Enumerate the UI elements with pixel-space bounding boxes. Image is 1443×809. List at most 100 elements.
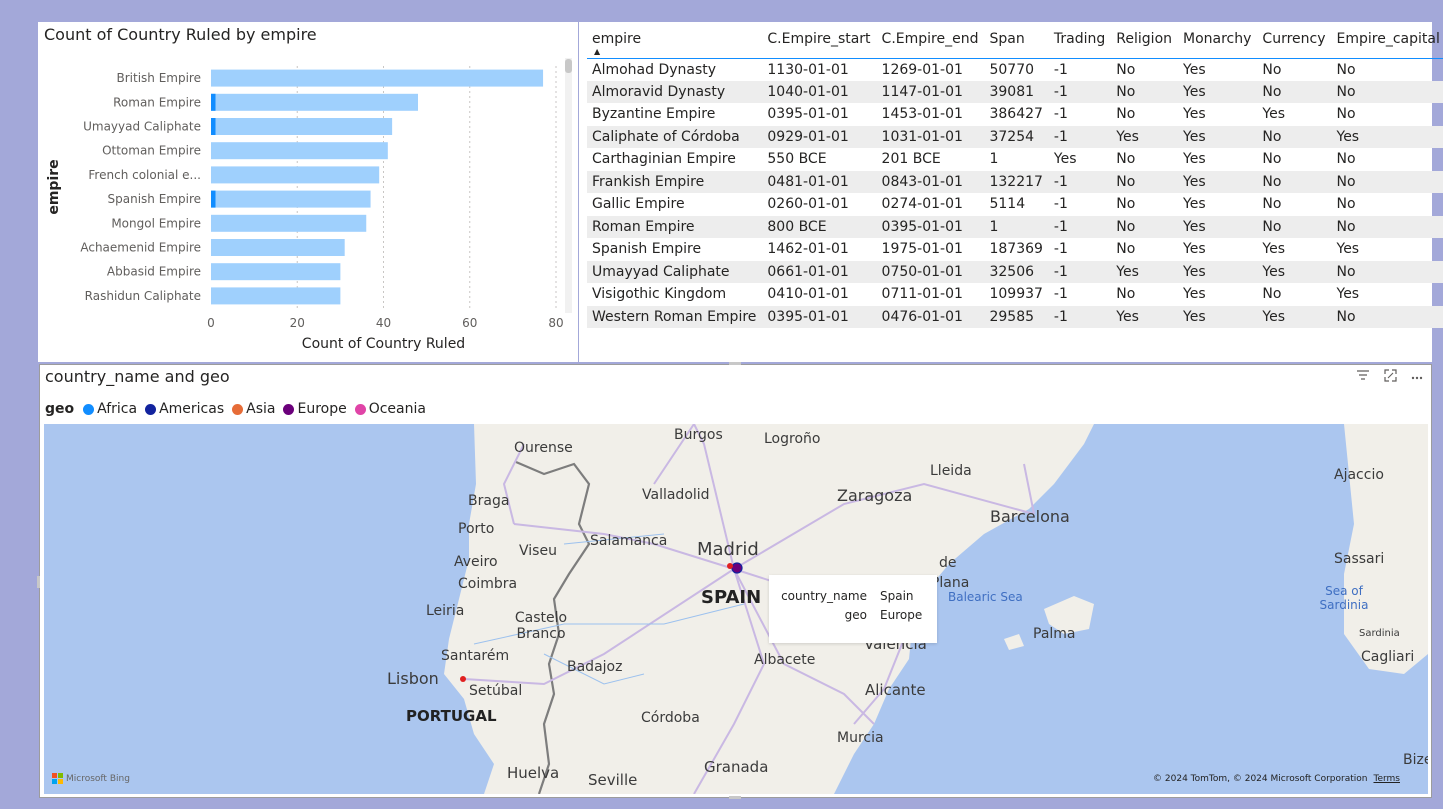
- table-cell: -1: [1048, 260, 1112, 283]
- table-cell: No: [1262, 151, 1282, 168]
- table-row[interactable]: Carthaginian Empire 550 BCE 201 BCE 1 Yes No Y…: [587, 148, 1443, 171]
- more-options-icon[interactable]: [1411, 369, 1423, 386]
- map-label-lleida: Lleida: [930, 463, 972, 479]
- table-cell: 1147-01-01: [876, 80, 985, 103]
- resize-handle-bottom[interactable]: [729, 796, 741, 799]
- legend-item-europe[interactable]: Europe: [283, 401, 347, 417]
- table-row[interactable]: Western Roman Empire 0395-01-01 0476-01-01…: [587, 305, 1443, 328]
- table-cell: Carthaginian Empire: [592, 151, 736, 168]
- bing-label: Microsoft Bing: [66, 773, 130, 784]
- bar[interactable]: [211, 118, 393, 135]
- table-row[interactable]: Umayyad Caliphate 0661-01-01 0750-01-01 325…: [587, 260, 1443, 283]
- category-label: Ottoman Empire: [102, 144, 201, 158]
- table-cell: No: [1257, 80, 1332, 103]
- column-header[interactable]: Trading: [1048, 28, 1112, 59]
- column-header[interactable]: Span: [984, 28, 1049, 59]
- table-cell: 1: [989, 151, 999, 168]
- bar[interactable]: [211, 166, 380, 184]
- empire-table: empire ▲ C.Empire_start C.Empire_end Span Tra…: [587, 28, 1443, 328]
- table-cell: No: [1331, 215, 1443, 238]
- table-cell: -1: [1053, 106, 1068, 123]
- table-cell: Yes: [1178, 215, 1258, 238]
- map-label-bize: Bize: [1403, 752, 1428, 768]
- map-label-spain: SPAIN: [701, 587, 762, 608]
- table-cell: Spanish Empire: [592, 241, 702, 258]
- legend-label-asia: Asia: [246, 401, 276, 417]
- legend-item-asia[interactable]: Asia: [232, 401, 275, 417]
- table-row[interactable]: Caliphate of Córdoba 0929-01-01 1031-01-01…: [587, 125, 1443, 148]
- bar[interactable]: [211, 190, 371, 208]
- table-cell: 386427: [989, 106, 1043, 123]
- map-label-huelva: Huelva: [507, 764, 560, 782]
- resize-handle-top[interactable]: [729, 362, 741, 365]
- table-row[interactable]: Byzantine Empire 0395-01-01 1453-01-01 3864…: [587, 103, 1443, 126]
- bar-highlight: [211, 93, 216, 111]
- table-row[interactable]: Roman Empire 800 BCE 0395-01-01 1 -1 No Yes No N…: [587, 215, 1443, 238]
- bar[interactable]: [211, 263, 341, 281]
- bar[interactable]: [211, 69, 544, 87]
- empire-table-visual[interactable]: empire ▲ C.Empire_start C.Empire_end Span Tra…: [579, 22, 1443, 362]
- map-label-santarem: Santarém: [441, 648, 510, 664]
- focus-mode-icon[interactable]: [1384, 369, 1397, 386]
- bar-chart-visual[interactable]: Count of Country Ruled by empire British…: [38, 22, 578, 362]
- map-label-setubal: Setúbal: [469, 683, 523, 699]
- table-cell: Yes: [1183, 61, 1206, 78]
- table-cell: -1: [1053, 61, 1068, 78]
- map-label-leiria: Leiria: [426, 603, 465, 619]
- bar[interactable]: [211, 287, 341, 305]
- table-cell: Yes: [1178, 260, 1258, 283]
- table-cell: 1453-01-01: [881, 106, 963, 123]
- table-cell: No: [1336, 61, 1356, 78]
- table-cell: No: [1116, 151, 1136, 168]
- table-cell: -1: [1048, 215, 1112, 238]
- map-tooltip: country_name Spain geo Europe: [769, 575, 937, 643]
- legend-item-oceania[interactable]: Oceania: [354, 401, 426, 417]
- table-cell: 1269-01-01: [881, 61, 963, 78]
- table-cell: Yes: [1257, 305, 1332, 328]
- legend-label-oceania: Oceania: [368, 401, 426, 417]
- column-header[interactable]: empire ▲: [587, 28, 763, 59]
- table-row[interactable]: Almoravid Dynasty 1040-01-01 1147-01-01 390…: [587, 80, 1443, 103]
- table-cell: Western Roman Empire: [587, 305, 763, 328]
- terms-link[interactable]: Terms: [1373, 774, 1400, 784]
- table-cell: Yes: [1183, 106, 1206, 123]
- table-cell: 187369: [989, 241, 1043, 258]
- table-row[interactable]: Spanish Empire 1462-01-01 1975-01-01 187369…: [587, 238, 1443, 261]
- table-cell: No: [1111, 170, 1179, 193]
- bar-scrollbar-thumb[interactable]: [565, 59, 572, 73]
- bar-chart-svg: British Empire Roman Empire Umayyad Caliph…: [46, 66, 564, 352]
- legend-item-americas[interactable]: Americas: [145, 401, 224, 417]
- column-header[interactable]: Currency: [1257, 28, 1332, 59]
- map-label-porto: Porto: [458, 521, 495, 537]
- bar-scrollbar-track[interactable]: [565, 58, 572, 313]
- bar[interactable]: [211, 214, 367, 232]
- x-axis-title: Count of Country Ruled: [302, 336, 465, 352]
- bar[interactable]: [211, 142, 388, 160]
- column-header[interactable]: C.Empire_start: [762, 28, 877, 59]
- column-header[interactable]: Religion: [1111, 28, 1179, 59]
- legend-item-africa[interactable]: Africa: [83, 401, 137, 417]
- map-visual[interactable]: country_name and geo geo Africa Americas…: [39, 364, 1432, 798]
- column-header[interactable]: C.Empire_end: [876, 28, 985, 59]
- table-cell: Yes: [1111, 260, 1179, 283]
- map-canvas[interactable]: Burgos Logroño Ourense Lleida Ajaccio Va…: [44, 424, 1428, 794]
- table-cell: 39081: [984, 80, 1049, 103]
- table-cell: No: [1336, 196, 1356, 213]
- table-row[interactable]: Almohad Dynasty 1130-01-01 1269-01-01 50770…: [587, 58, 1443, 81]
- column-header[interactable]: Empire_capital: [1331, 28, 1443, 59]
- table-row[interactable]: Frankish Empire 0481-01-01 0843-01-01 13221…: [587, 170, 1443, 193]
- column-header[interactable]: Monarchy: [1178, 28, 1258, 59]
- map-label-valladolid: Valladolid: [642, 487, 710, 503]
- map-label-ajaccio: Ajaccio: [1334, 467, 1384, 483]
- table-cell: Yes: [1178, 170, 1258, 193]
- table-cell: No: [1116, 106, 1136, 123]
- bar[interactable]: [211, 93, 418, 111]
- bar[interactable]: [211, 239, 345, 256]
- table-cell: 0750-01-01: [876, 260, 985, 283]
- table-cell: No: [1262, 196, 1282, 213]
- table-cell: No: [1116, 241, 1136, 258]
- table-row[interactable]: Gallic Empire 0260-01-01 0274-01-01 5114 -1 N…: [587, 193, 1443, 216]
- table-row[interactable]: Visigothic Kingdom 0410-01-01 0711-01-01 10…: [587, 283, 1443, 306]
- filter-icon[interactable]: [1356, 369, 1370, 386]
- resize-handle-left[interactable]: [37, 576, 40, 588]
